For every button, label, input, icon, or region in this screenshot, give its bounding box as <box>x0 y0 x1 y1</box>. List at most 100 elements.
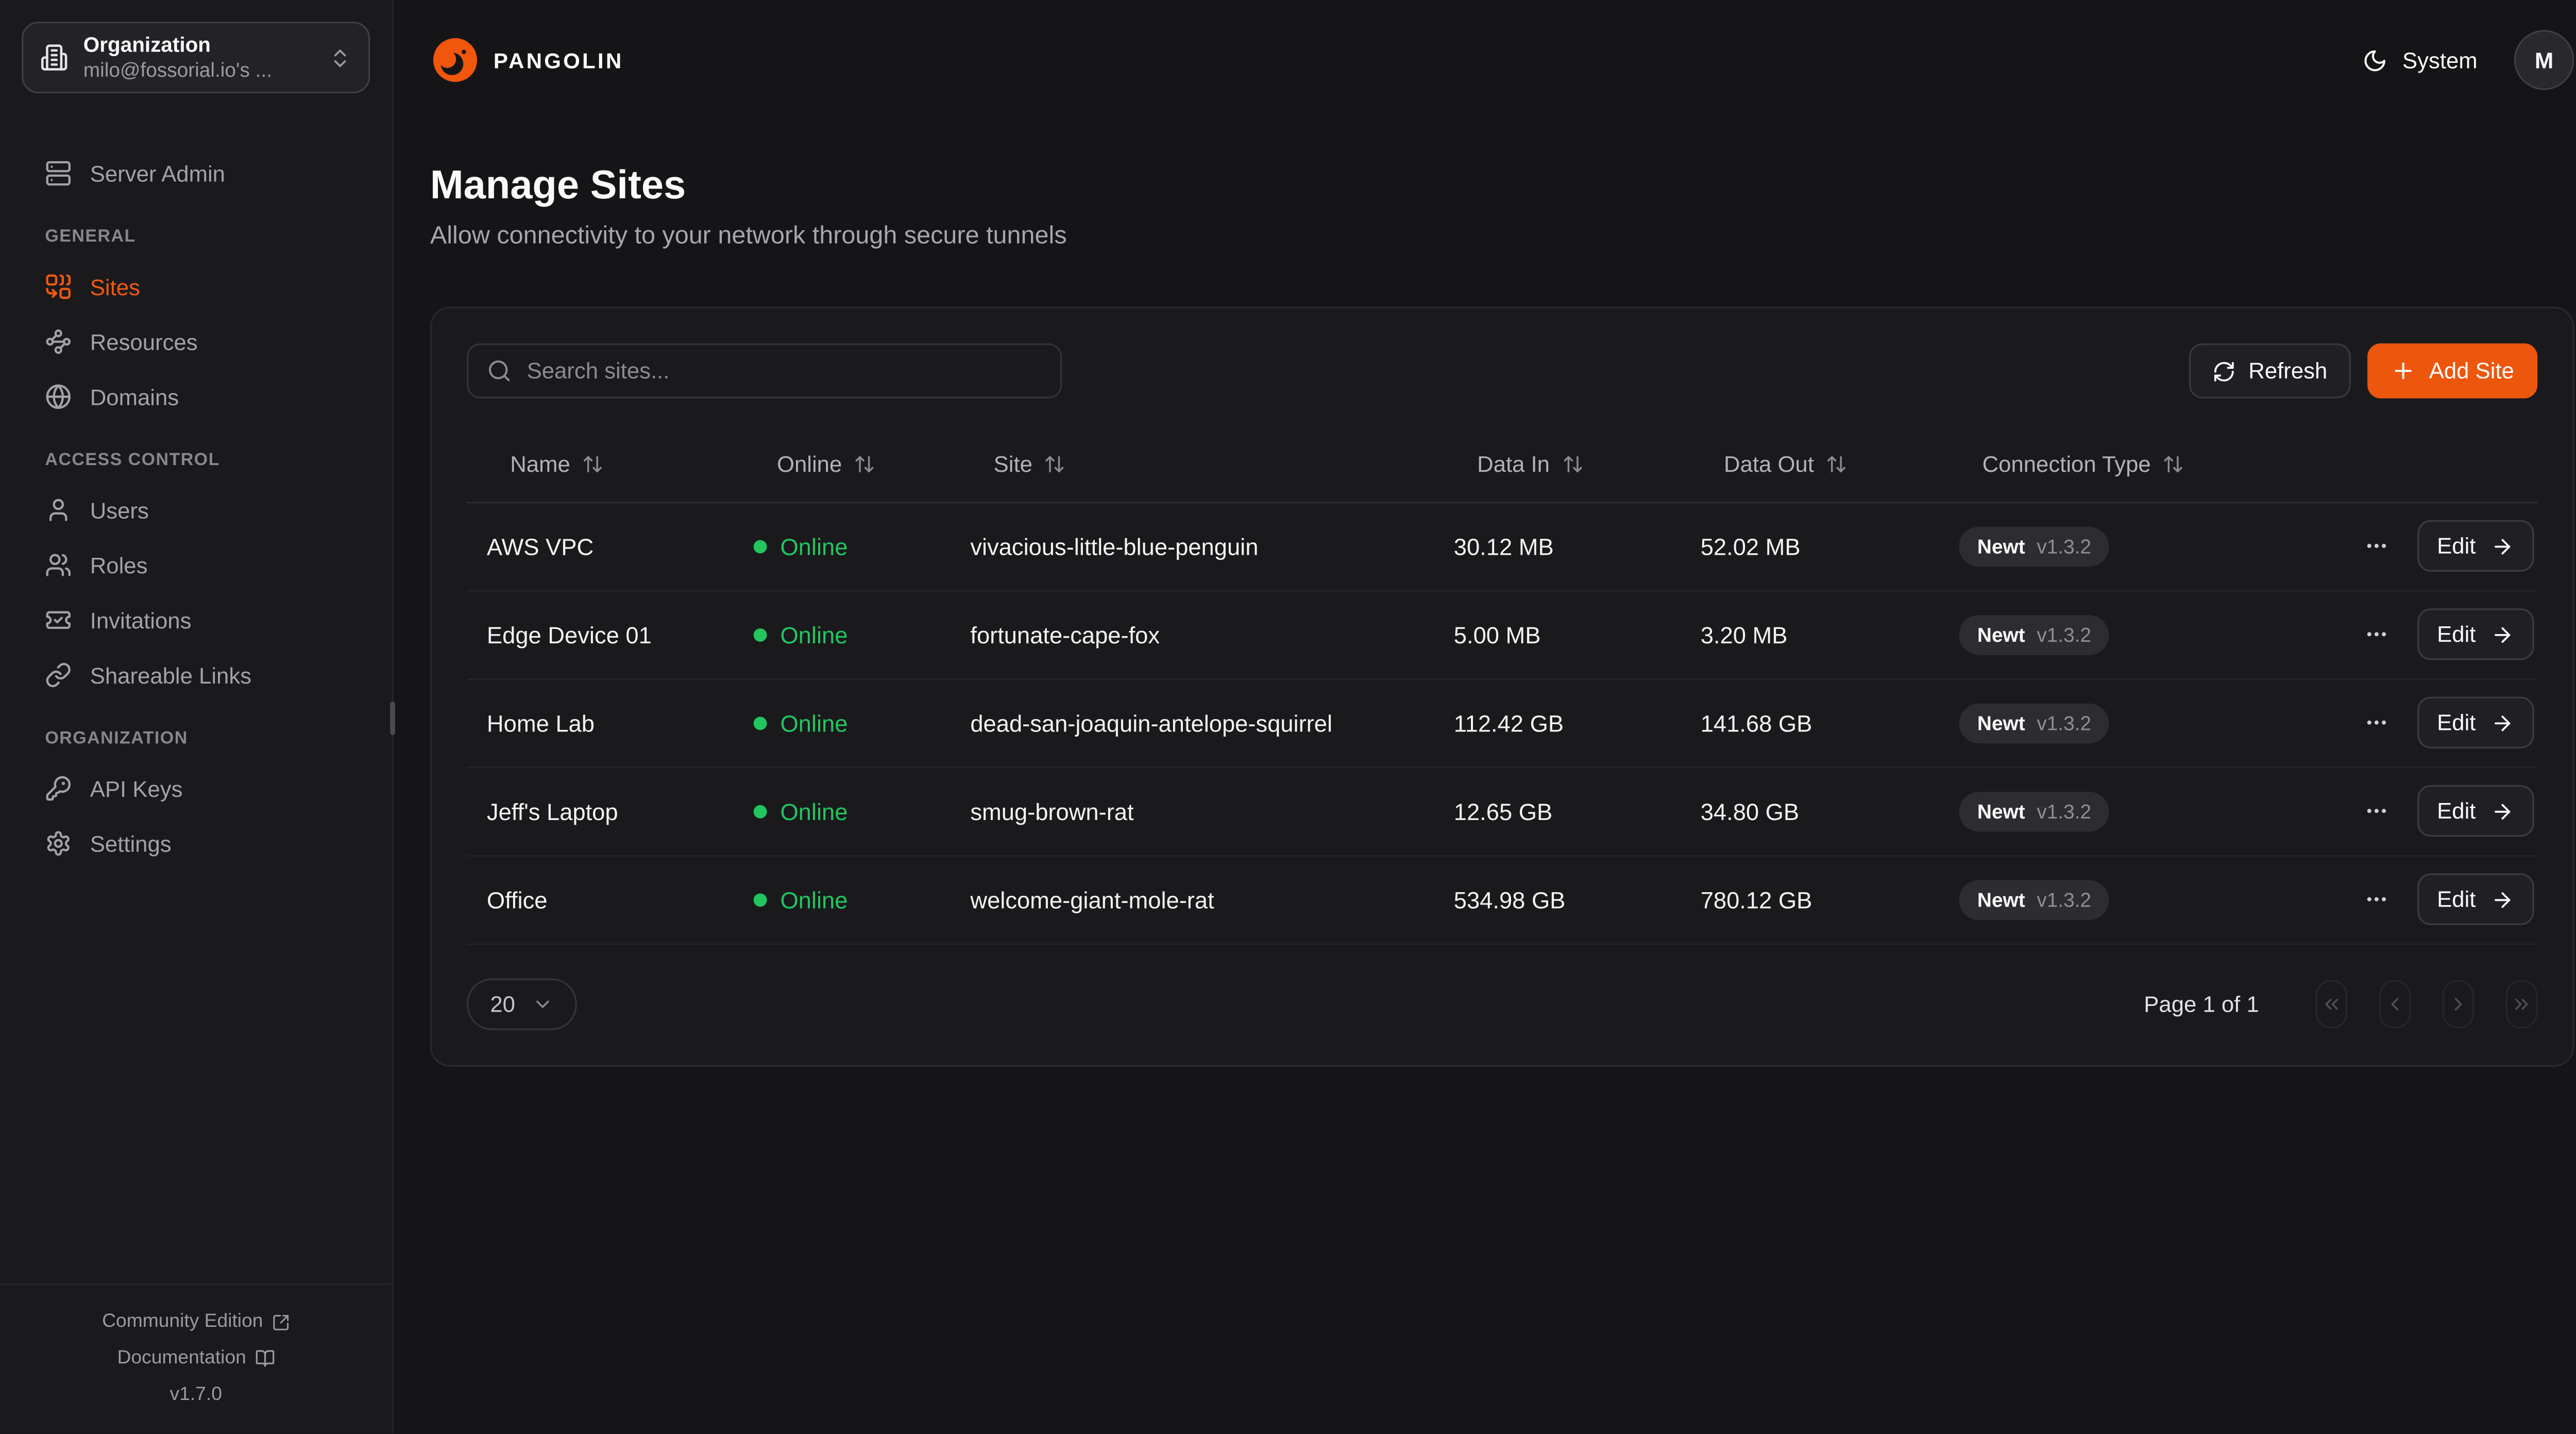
sidebar-item-invitations[interactable]: Invitations <box>22 595 370 645</box>
column-header-data-in[interactable]: Data In <box>1434 429 1681 502</box>
ellipsis-icon <box>2364 710 2389 736</box>
row-menu-button[interactable] <box>2360 619 2392 650</box>
app-version: v1.7.0 <box>170 1377 222 1413</box>
column-header-site[interactable]: Site <box>951 429 1434 502</box>
sidebar-item-resources[interactable]: Resources <box>22 317 370 367</box>
server-icon <box>45 160 72 187</box>
refresh-button[interactable]: Refresh <box>2189 344 2351 399</box>
next-page-button[interactable] <box>2443 979 2474 1028</box>
column-header-data-out[interactable]: Data Out <box>1681 429 1939 502</box>
sidebar-item-server-admin[interactable]: Server Admin <box>22 148 370 198</box>
last-page-button[interactable] <box>2506 979 2537 1028</box>
org-selector-text: Organization milo@fossorial.io's ... <box>83 31 314 84</box>
sidebar: Organization milo@fossorial.io's ... Ser… <box>0 0 394 1433</box>
chevrons-right-icon <box>2511 993 2532 1014</box>
page-size-value: 20 <box>490 991 515 1016</box>
sidebar-resize-handle[interactable] <box>390 702 395 735</box>
sidebar-item-users[interactable]: Users <box>22 485 370 535</box>
data-in-value: 30.12 MB <box>1434 502 1681 590</box>
edit-button[interactable]: Edit <box>2417 785 2534 836</box>
book-open-icon <box>255 1348 275 1369</box>
theme-label: System <box>2402 47 2478 73</box>
chevron-right-icon <box>2447 993 2469 1014</box>
row-menu-button[interactable] <box>2360 530 2392 561</box>
data-out-value: 141.68 GB <box>1681 678 1939 767</box>
external-link-icon <box>272 1312 290 1331</box>
arrow-right-icon <box>2491 711 2514 734</box>
topbar-right: System M <box>2362 30 2574 90</box>
site-slug: fortunate-cape-fox <box>951 590 1434 679</box>
online-dot-icon <box>754 805 767 818</box>
topbar: PANGOLIN System M <box>394 0 2576 120</box>
row-menu-button[interactable] <box>2360 883 2392 915</box>
avatar-initial: M <box>2535 47 2553 73</box>
site-name: Office <box>467 855 734 944</box>
community-edition-label: Community Edition <box>102 1304 263 1340</box>
table-row: Office Online welcome-giant-mole-rat 534… <box>467 855 2537 944</box>
search-icon <box>487 358 512 384</box>
online-dot-icon <box>754 893 767 907</box>
ellipsis-icon <box>2364 887 2389 912</box>
brand-name: PANGOLIN <box>494 47 624 73</box>
status-badge: Online <box>754 534 848 560</box>
sidebar-item-sites[interactable]: Sites <box>22 262 370 312</box>
sidebar-section-organization: ORGANIZATION <box>45 728 347 748</box>
column-header-online[interactable]: Online <box>734 429 951 502</box>
site-name: Edge Device 01 <box>467 590 734 679</box>
building-icon <box>40 43 69 72</box>
sidebar-item-roles[interactable]: Roles <box>22 540 370 590</box>
sort-icon <box>854 454 875 475</box>
site-name: AWS VPC <box>467 502 734 590</box>
sidebar-item-label: Invitations <box>90 608 192 633</box>
app-window: Organization milo@fossorial.io's ... Ser… <box>0 0 2576 1433</box>
chevrons-left-icon <box>2321 993 2343 1014</box>
arrow-right-icon <box>2491 887 2514 911</box>
sort-icon <box>582 454 603 475</box>
avatar[interactable]: M <box>2514 30 2574 90</box>
link-icon <box>45 662 72 689</box>
sidebar-section-general: GENERAL <box>45 227 347 247</box>
sidebar-item-shareable-links[interactable]: Shareable Links <box>22 650 370 700</box>
row-menu-button[interactable] <box>2360 707 2392 738</box>
gear-icon <box>45 830 72 857</box>
pangolin-logo <box>430 35 480 85</box>
data-in-value: 112.42 GB <box>1434 678 1681 767</box>
edit-button[interactable]: Edit <box>2417 520 2534 572</box>
sidebar-item-domains[interactable]: Domains <box>22 372 370 422</box>
arrow-right-icon <box>2491 534 2514 557</box>
edit-button[interactable]: Edit <box>2417 608 2534 660</box>
page-info: Page 1 of 1 <box>2144 991 2259 1016</box>
page-size-select[interactable]: 20 <box>467 978 577 1029</box>
status-badge: Online <box>754 710 848 737</box>
pagination: Page 1 of 1 <box>2144 979 2537 1028</box>
sort-icon <box>1562 454 1583 475</box>
first-page-button[interactable] <box>2316 979 2347 1028</box>
add-site-label: Add Site <box>2429 358 2514 384</box>
column-header-name[interactable]: Name <box>467 429 734 502</box>
brand-logo: PANGOLIN <box>430 35 624 85</box>
sidebar-item-api-keys[interactable]: API Keys <box>22 763 370 813</box>
edit-button[interactable]: Edit <box>2417 874 2534 925</box>
sidebar-item-label: API Keys <box>90 776 183 801</box>
community-edition-link[interactable]: Community Edition <box>102 1304 290 1340</box>
table-row: Jeff's Laptop Online smug-brown-rat 12.6… <box>467 767 2537 856</box>
documentation-link[interactable]: Documentation <box>117 1340 275 1377</box>
add-site-button[interactable]: Add Site <box>2367 344 2537 399</box>
edit-button[interactable]: Edit <box>2417 697 2534 748</box>
sidebar-item-settings[interactable]: Settings <box>22 818 370 868</box>
sort-icon <box>1826 454 1848 475</box>
theme-toggle[interactable]: System <box>2362 47 2477 73</box>
prev-page-button[interactable] <box>2379 979 2411 1028</box>
data-in-value: 534.98 GB <box>1434 855 1681 944</box>
card-footer: 20 Page 1 of 1 <box>467 978 2537 1029</box>
search-input[interactable] <box>527 358 1042 384</box>
org-selector-label: Organization <box>83 31 314 58</box>
user-icon <box>45 497 72 523</box>
sort-icon <box>2162 454 2184 475</box>
org-selector[interactable]: Organization milo@fossorial.io's ... <box>22 22 370 93</box>
card-toolbar: Refresh Add Site <box>467 344 2537 399</box>
column-header-connection-type[interactable]: Connection Type <box>1939 429 2319 502</box>
page-subtitle: Allow connectivity to your network throu… <box>430 221 2574 250</box>
row-menu-button[interactable] <box>2360 795 2392 827</box>
documentation-label: Documentation <box>117 1340 246 1377</box>
